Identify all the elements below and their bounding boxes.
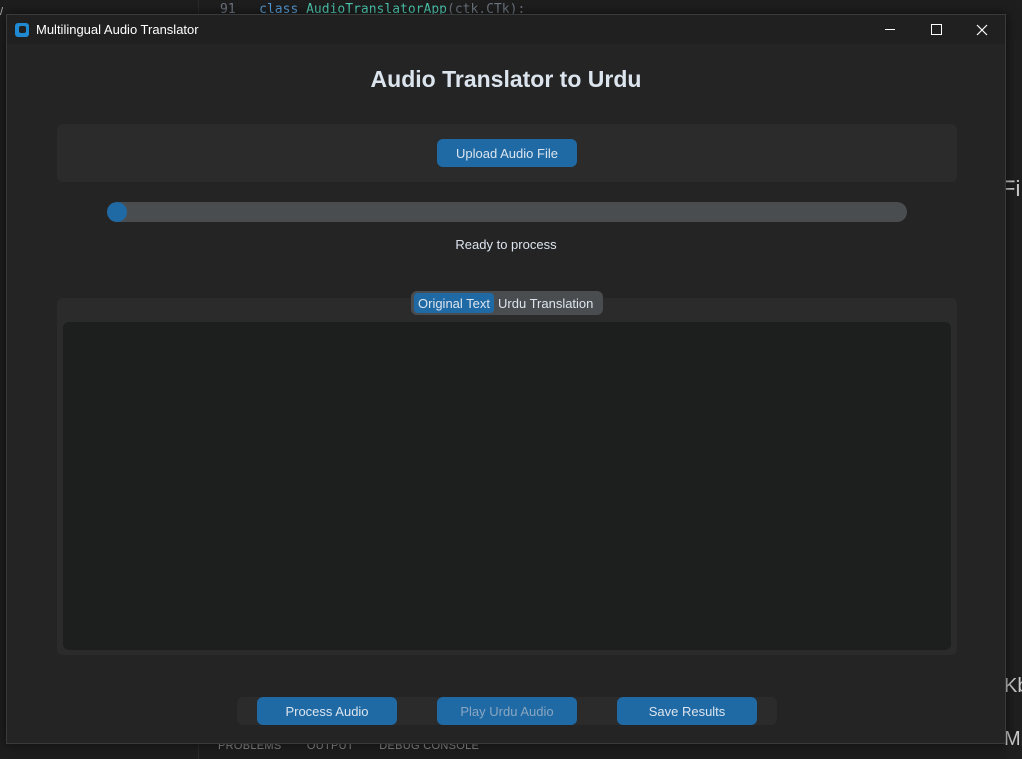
close-icon [976,24,988,35]
save-results-button[interactable]: Save Results [617,697,757,725]
right-panel-text-3: Mb [1004,728,1022,750]
window-controls [867,15,1005,44]
progress-bar-fill [107,202,127,222]
window-title: Multilingual Audio Translator [36,22,199,37]
app-window-icon [15,22,29,37]
maximize-icon [930,24,942,35]
minimize-button[interactable] [867,15,913,44]
text-display-area[interactable] [63,322,951,650]
upload-audio-button[interactable]: Upload Audio File [437,139,577,167]
process-audio-button[interactable]: Process Audio [257,697,397,725]
play-urdu-audio-button[interactable]: Play Urdu Audio [437,697,577,725]
page-title: Audio Translator to Urdu [370,66,642,92]
tab-urdu-translation[interactable]: Urdu Translation [494,293,597,313]
maximize-button[interactable] [913,15,959,44]
close-button[interactable] [959,15,1005,44]
title-bar[interactable]: Multilingual Audio Translator [7,15,1005,44]
tab-original-text[interactable]: Original Text [414,293,495,313]
editor-right-panel [1006,40,1022,759]
progress-bar [107,202,907,222]
minimize-icon [885,29,895,30]
editor-left-glyph: / [0,6,4,18]
app-content: Audio Translator to Urdu Upload Audio Fi… [7,44,1005,743]
right-panel-text-2: Kb [1004,675,1022,697]
app-window: Multilingual Audio Translator Audio Tran… [6,14,1006,744]
status-label: Ready to process [455,237,557,252]
tab-selector: Original Text Urdu Translation [411,291,603,315]
